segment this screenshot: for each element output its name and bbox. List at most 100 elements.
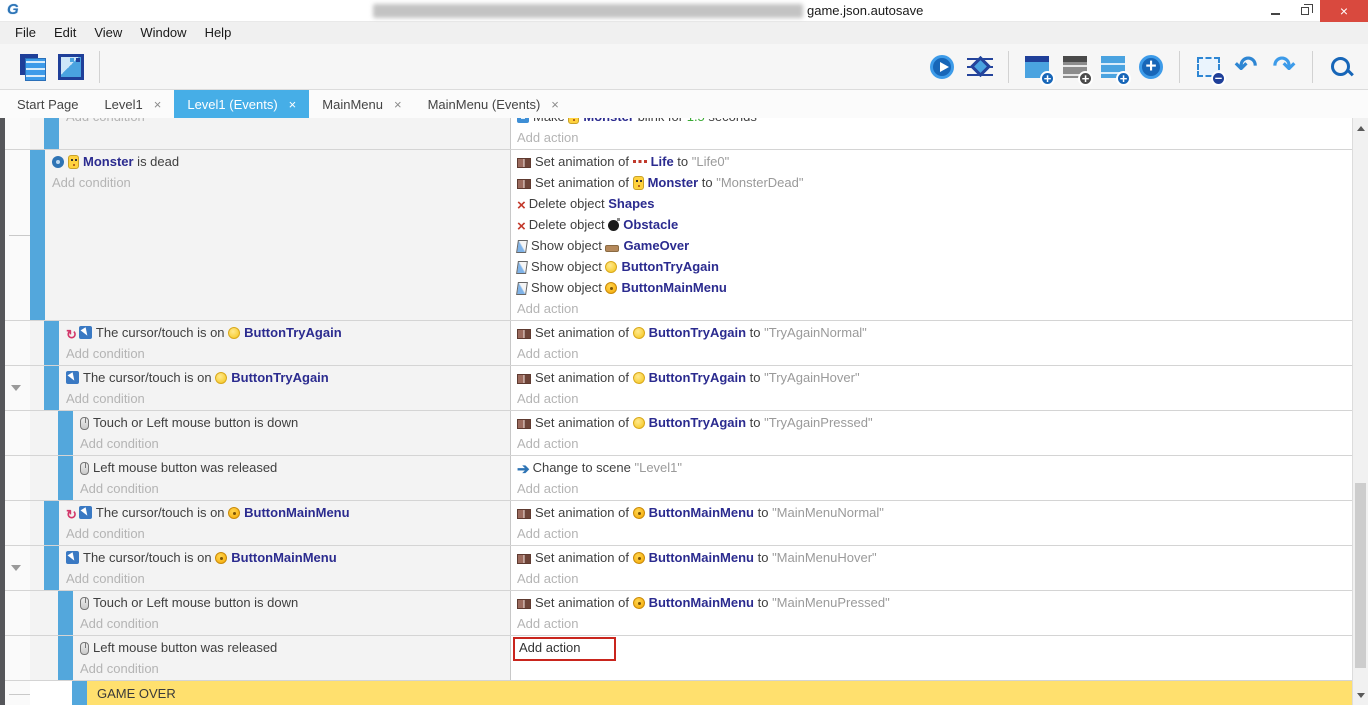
highlighted-add-action[interactable]: Add action (513, 637, 616, 661)
add-action-placeholder[interactable]: Add action (517, 433, 1352, 454)
actions-cell[interactable]: Set animation of ButtonMainMenu to "Main… (510, 501, 1352, 545)
action-line[interactable]: ×Delete object Obstacle (517, 214, 1352, 235)
actions-cell[interactable]: Set animation of ButtonMainMenu to "Main… (510, 546, 1352, 590)
condition-line[interactable]: Touch or Left mouse button is down (80, 412, 510, 433)
actions-cell[interactable]: Make Monster blink for 1.5 secondsAdd ac… (510, 118, 1352, 149)
add-condition-placeholder[interactable]: Add condition (66, 568, 510, 589)
expander-icon[interactable] (11, 565, 21, 571)
menu-view[interactable]: View (85, 22, 131, 44)
tab-mainmenu-events-[interactable]: MainMenu (Events)× (415, 90, 572, 118)
action-line[interactable]: Make Monster blink for 1.5 seconds (517, 118, 1352, 127)
action-line[interactable]: Set animation of Life to "Life0" (517, 151, 1352, 172)
action-line[interactable]: Set animation of ButtonMainMenu to "Main… (517, 502, 1352, 523)
action-line[interactable]: Set animation of ButtonMainMenu to "Main… (517, 547, 1352, 568)
add-condition-placeholder[interactable]: Add condition (66, 118, 510, 127)
actions-cell[interactable]: Set animation of Life to "Life0"Set anim… (510, 150, 1352, 320)
scroll-down-icon[interactable] (1353, 687, 1368, 703)
scroll-up-icon[interactable] (1353, 120, 1368, 136)
conditions-cell[interactable]: ↻The cursor/touch is on ButtonTryAgainAd… (59, 321, 510, 365)
menu-window[interactable]: Window (131, 22, 195, 44)
add-condition-placeholder[interactable]: Add condition (80, 613, 510, 634)
actions-cell[interactable]: ➔Change to scene "Level1"Add action (510, 456, 1352, 500)
action-line[interactable]: Set animation of ButtonTryAgain to "TryA… (517, 322, 1352, 343)
expander-icon[interactable] (11, 385, 21, 391)
add-condition-placeholder[interactable]: Add condition (66, 388, 510, 409)
condition-line[interactable]: The cursor/touch is on ButtonTryAgain (66, 367, 510, 388)
actions-cell[interactable]: Set animation of ButtonMainMenu to "Main… (510, 591, 1352, 635)
conditions-cell[interactable]: Touch or Left mouse button is downAdd co… (73, 411, 510, 455)
add-action-placeholder[interactable]: Add action (517, 568, 1352, 589)
action-line[interactable]: Show object ButtonTryAgain (517, 256, 1352, 277)
add-subevent-button[interactable]: + (1059, 50, 1091, 84)
condition-line[interactable]: ↻The cursor/touch is on ButtonMainMenu (66, 502, 510, 523)
redo-button[interactable]: ↷ (1268, 50, 1300, 84)
conditions-cell[interactable]: Touch or Left mouse button is downAdd co… (73, 591, 510, 635)
comment-event[interactable]: GAME OVER (5, 681, 1352, 705)
menu-edit[interactable]: Edit (45, 22, 85, 44)
conditions-cell[interactable]: Left mouse button was releasedAdd condit… (73, 456, 510, 500)
undo-button[interactable]: ↶ (1230, 50, 1262, 84)
restore-button[interactable] (1290, 0, 1320, 22)
tab-close-icon[interactable]: × (551, 97, 559, 112)
vertical-scrollbar[interactable] (1352, 118, 1368, 705)
tab-start-page[interactable]: Start Page (4, 90, 91, 118)
project-manager-button[interactable] (17, 50, 49, 84)
actions-cell[interactable]: Set animation of ButtonTryAgain to "TryA… (510, 411, 1352, 455)
conditions-cell[interactable]: Monster is deadAdd condition (45, 150, 510, 320)
tab-close-icon[interactable]: × (289, 97, 297, 112)
action-line[interactable]: Set animation of ButtonTryAgain to "TryA… (517, 367, 1352, 388)
add-condition-placeholder[interactable]: Add condition (80, 478, 510, 499)
add-other-button[interactable]: + (1135, 50, 1167, 84)
close-button[interactable]: × (1320, 0, 1368, 22)
action-line[interactable]: Set animation of Monster to "MonsterDead… (517, 172, 1352, 193)
add-action-placeholder[interactable]: Add action (517, 523, 1352, 544)
add-action-placeholder[interactable]: Add action (517, 127, 1352, 148)
conditions-cell[interactable]: Add condition (59, 118, 510, 149)
add-condition-placeholder[interactable]: Add condition (80, 658, 510, 679)
conditions-cell[interactable]: Left mouse button was releasedAdd condit… (73, 636, 510, 680)
menu-file[interactable]: File (6, 22, 45, 44)
tab-level1[interactable]: Level1× (91, 90, 174, 118)
conditions-cell[interactable]: The cursor/touch is on ButtonMainMenuAdd… (59, 546, 510, 590)
action-line[interactable]: Show object ButtonMainMenu (517, 277, 1352, 298)
tab-level1-events-[interactable]: Level1 (Events)× (174, 90, 309, 118)
add-condition-placeholder[interactable]: Add condition (80, 433, 510, 454)
tab-close-icon[interactable]: × (394, 97, 402, 112)
scrollbar-thumb[interactable] (1355, 483, 1366, 668)
condition-line[interactable]: Touch or Left mouse button is down (80, 592, 510, 613)
remove-event-button[interactable]: – (1192, 50, 1224, 84)
add-event-button[interactable]: + (1021, 50, 1053, 84)
add-action-placeholder[interactable]: Add action (517, 388, 1352, 409)
add-comment-button[interactable]: + (1097, 50, 1129, 84)
add-action-placeholder[interactable]: Add action (517, 343, 1352, 364)
conditions-cell[interactable]: The cursor/touch is on ButtonTryAgainAdd… (59, 366, 510, 410)
add-condition-placeholder[interactable]: Add condition (66, 343, 510, 364)
condition-line[interactable]: Monster is dead (52, 151, 510, 172)
action-line[interactable]: ➔Change to scene "Level1" (517, 457, 1352, 478)
minimize-button[interactable] (1260, 0, 1290, 22)
condition-line[interactable]: Left mouse button was released (80, 457, 510, 478)
add-action-placeholder[interactable]: Add action (517, 298, 1352, 319)
search-button[interactable] (1325, 50, 1357, 84)
action-line[interactable]: Set animation of ButtonMainMenu to "Main… (517, 592, 1352, 613)
actions-cell[interactable]: Set animation of ButtonTryAgain to "TryA… (510, 366, 1352, 410)
add-condition-placeholder[interactable]: Add condition (66, 523, 510, 544)
tab-close-icon[interactable]: × (154, 97, 162, 112)
add-action-placeholder[interactable]: Add action (517, 613, 1352, 634)
condition-line[interactable]: ↻The cursor/touch is on ButtonTryAgain (66, 322, 510, 343)
tab-mainmenu[interactable]: MainMenu× (309, 90, 414, 118)
add-action-placeholder[interactable]: Add action (517, 478, 1352, 499)
add-condition-placeholder[interactable]: Add condition (52, 172, 510, 193)
action-line[interactable]: Set animation of ButtonTryAgain to "TryA… (517, 412, 1352, 433)
play-button[interactable] (926, 50, 958, 84)
debug-button[interactable] (964, 50, 996, 84)
action-line[interactable]: Show object GameOver (517, 235, 1352, 256)
menu-help[interactable]: Help (196, 22, 241, 44)
conditions-cell[interactable]: ↻The cursor/touch is on ButtonMainMenuAd… (59, 501, 510, 545)
add-action-placeholder[interactable]: Add action (517, 637, 1352, 658)
action-line[interactable]: ×Delete object Shapes (517, 193, 1352, 214)
actions-cell[interactable]: Set animation of ButtonTryAgain to "TryA… (510, 321, 1352, 365)
actions-cell[interactable]: Add action (510, 636, 1352, 680)
scene-editor-button[interactable] (55, 50, 87, 84)
condition-line[interactable]: The cursor/touch is on ButtonMainMenu (66, 547, 510, 568)
